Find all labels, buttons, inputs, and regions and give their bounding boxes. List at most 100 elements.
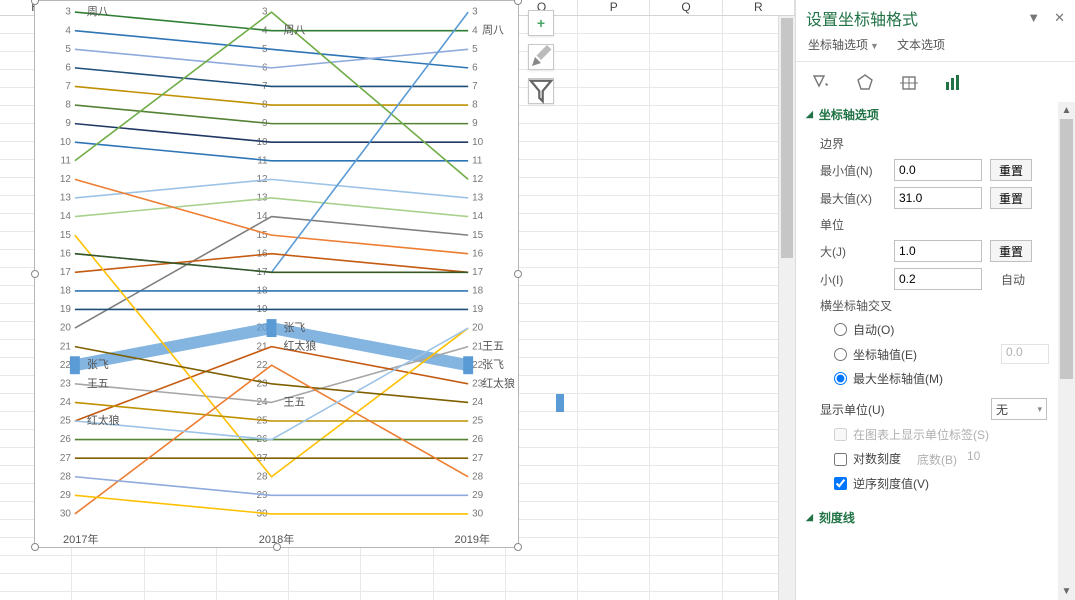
svg-text:王五: 王五 (283, 396, 305, 408)
x-axis-labels: 2017年2018年2019年 (45, 531, 508, 547)
svg-text:11: 11 (472, 155, 483, 166)
minor-unit-input[interactable] (894, 268, 982, 290)
chart-add-element-button[interactable]: + (528, 10, 554, 36)
svg-text:8: 8 (472, 100, 478, 111)
svg-text:4: 4 (65, 25, 71, 36)
show-unit-label-checkbox (834, 428, 847, 441)
log-base-input: 10 (963, 449, 1011, 469)
major-reset-button[interactable]: 重置 (990, 240, 1032, 262)
selected-cell-fill (556, 394, 564, 412)
effects-icon[interactable] (854, 72, 876, 94)
svg-text:17: 17 (60, 267, 72, 278)
min-label: 最小值(N) (820, 162, 886, 179)
svg-text:30: 30 (60, 509, 72, 520)
svg-text:24: 24 (60, 397, 72, 408)
svg-text:20: 20 (472, 323, 484, 334)
svg-text:周八: 周八 (283, 24, 305, 37)
tab-text-options[interactable]: 文本选项 (897, 36, 945, 53)
worksheet-area[interactable]: HIJKLMNOPQR 3334445556667778889991010101… (0, 0, 795, 600)
svg-text:12: 12 (472, 174, 484, 185)
pane-dropdown-icon[interactable]: ▼ (1027, 10, 1040, 26)
min-input[interactable] (894, 159, 982, 181)
scrollbar-thumb[interactable] (1060, 119, 1073, 379)
resize-handle[interactable] (31, 270, 39, 278)
svg-text:红太狼: 红太狼 (283, 339, 316, 353)
fill-line-icon[interactable] (810, 72, 832, 94)
svg-text:7: 7 (65, 81, 71, 92)
cross-max-radio[interactable] (834, 372, 847, 385)
scroll-up-icon[interactable]: ▲ (1058, 102, 1075, 119)
svg-text:7: 7 (472, 81, 478, 92)
pane-title: 设置坐标轴格式 (806, 6, 918, 30)
max-input[interactable] (894, 187, 982, 209)
svg-text:14: 14 (256, 211, 268, 222)
svg-text:24: 24 (472, 397, 484, 408)
bounds-label: 边界 (820, 131, 1071, 156)
svg-text:21: 21 (60, 341, 72, 352)
format-axis-pane: 设置坐标轴格式 ▼ ✕ 坐标轴选项▼ 文本选项 ◢坐标轴选项 边界 最小值(N) (795, 0, 1075, 600)
svg-text:5: 5 (472, 44, 478, 55)
svg-text:3: 3 (65, 7, 71, 18)
resize-handle[interactable] (31, 543, 39, 551)
svg-text:张飞: 张飞 (87, 358, 109, 371)
size-properties-icon[interactable] (898, 72, 920, 94)
svg-text:25: 25 (60, 416, 72, 427)
scrollbar-thumb[interactable] (781, 18, 793, 258)
display-unit-select[interactable]: 无▾ (991, 398, 1047, 420)
svg-text:6: 6 (65, 62, 71, 73)
chart-filter-button[interactable] (528, 78, 554, 104)
chart-style-button[interactable] (528, 44, 554, 70)
svg-text:周八: 周八 (482, 24, 504, 37)
svg-text:5: 5 (65, 44, 71, 55)
pane-scrollbar[interactable]: ▲ ▼ (1058, 102, 1075, 600)
svg-text:11: 11 (61, 155, 72, 166)
svg-text:王五: 王五 (482, 341, 504, 353)
svg-text:27: 27 (472, 453, 484, 464)
svg-text:26: 26 (472, 434, 484, 445)
section-axis-options[interactable]: ◢坐标轴选项 (806, 102, 1071, 127)
svg-text:10: 10 (60, 137, 72, 148)
svg-text:14: 14 (472, 211, 484, 222)
svg-text:张飞: 张飞 (482, 358, 504, 371)
svg-text:28: 28 (256, 471, 268, 482)
chart-tools: + (528, 10, 556, 112)
svg-text:3: 3 (472, 7, 478, 18)
resize-handle[interactable] (514, 270, 522, 278)
units-label: 单位 (820, 212, 1071, 237)
max-reset-button[interactable]: 重置 (990, 187, 1032, 209)
svg-text:16: 16 (60, 248, 72, 259)
format-mode-icons (796, 62, 1075, 102)
pane-close-icon[interactable]: ✕ (1054, 10, 1065, 26)
svg-text:23: 23 (256, 378, 268, 389)
scroll-down-icon[interactable]: ▼ (1058, 583, 1075, 600)
svg-text:18: 18 (60, 286, 72, 297)
svg-text:4: 4 (472, 25, 478, 36)
section-tick-marks[interactable]: ◢刻度线 (806, 505, 1071, 530)
svg-text:27: 27 (60, 453, 72, 464)
log-scale-checkbox[interactable] (834, 453, 847, 466)
tab-axis-options[interactable]: 坐标轴选项▼ (808, 36, 879, 53)
major-unit-input[interactable] (894, 240, 982, 262)
svg-text:18: 18 (472, 286, 484, 297)
reverse-order-checkbox[interactable] (834, 477, 847, 490)
chart-plot[interactable]: 3334445556667778889991010101111111212121… (45, 5, 508, 527)
svg-text:12: 12 (60, 174, 72, 185)
svg-text:13: 13 (472, 193, 484, 204)
resize-handle[interactable] (31, 0, 39, 5)
svg-text:26: 26 (60, 434, 72, 445)
svg-text:22: 22 (60, 360, 72, 371)
min-reset-button[interactable]: 重置 (990, 159, 1032, 181)
chart-object[interactable]: 3334445556667778889991010101111111212121… (34, 0, 519, 548)
resize-handle[interactable] (514, 543, 522, 551)
svg-text:红太狼: 红太狼 (87, 413, 120, 427)
axis-options-icon[interactable] (942, 72, 964, 94)
svg-text:9: 9 (472, 118, 478, 129)
svg-text:29: 29 (472, 490, 484, 501)
cross-auto-radio[interactable] (834, 323, 847, 336)
minor-unit-label: 小(I) (820, 271, 886, 288)
vertical-scrollbar[interactable] (778, 16, 795, 600)
minor-auto-label: 自动 (990, 271, 1036, 288)
cross-value-radio[interactable] (834, 348, 847, 361)
svg-text:19: 19 (472, 304, 484, 315)
cross-value-input: 0.0 (1001, 344, 1049, 364)
